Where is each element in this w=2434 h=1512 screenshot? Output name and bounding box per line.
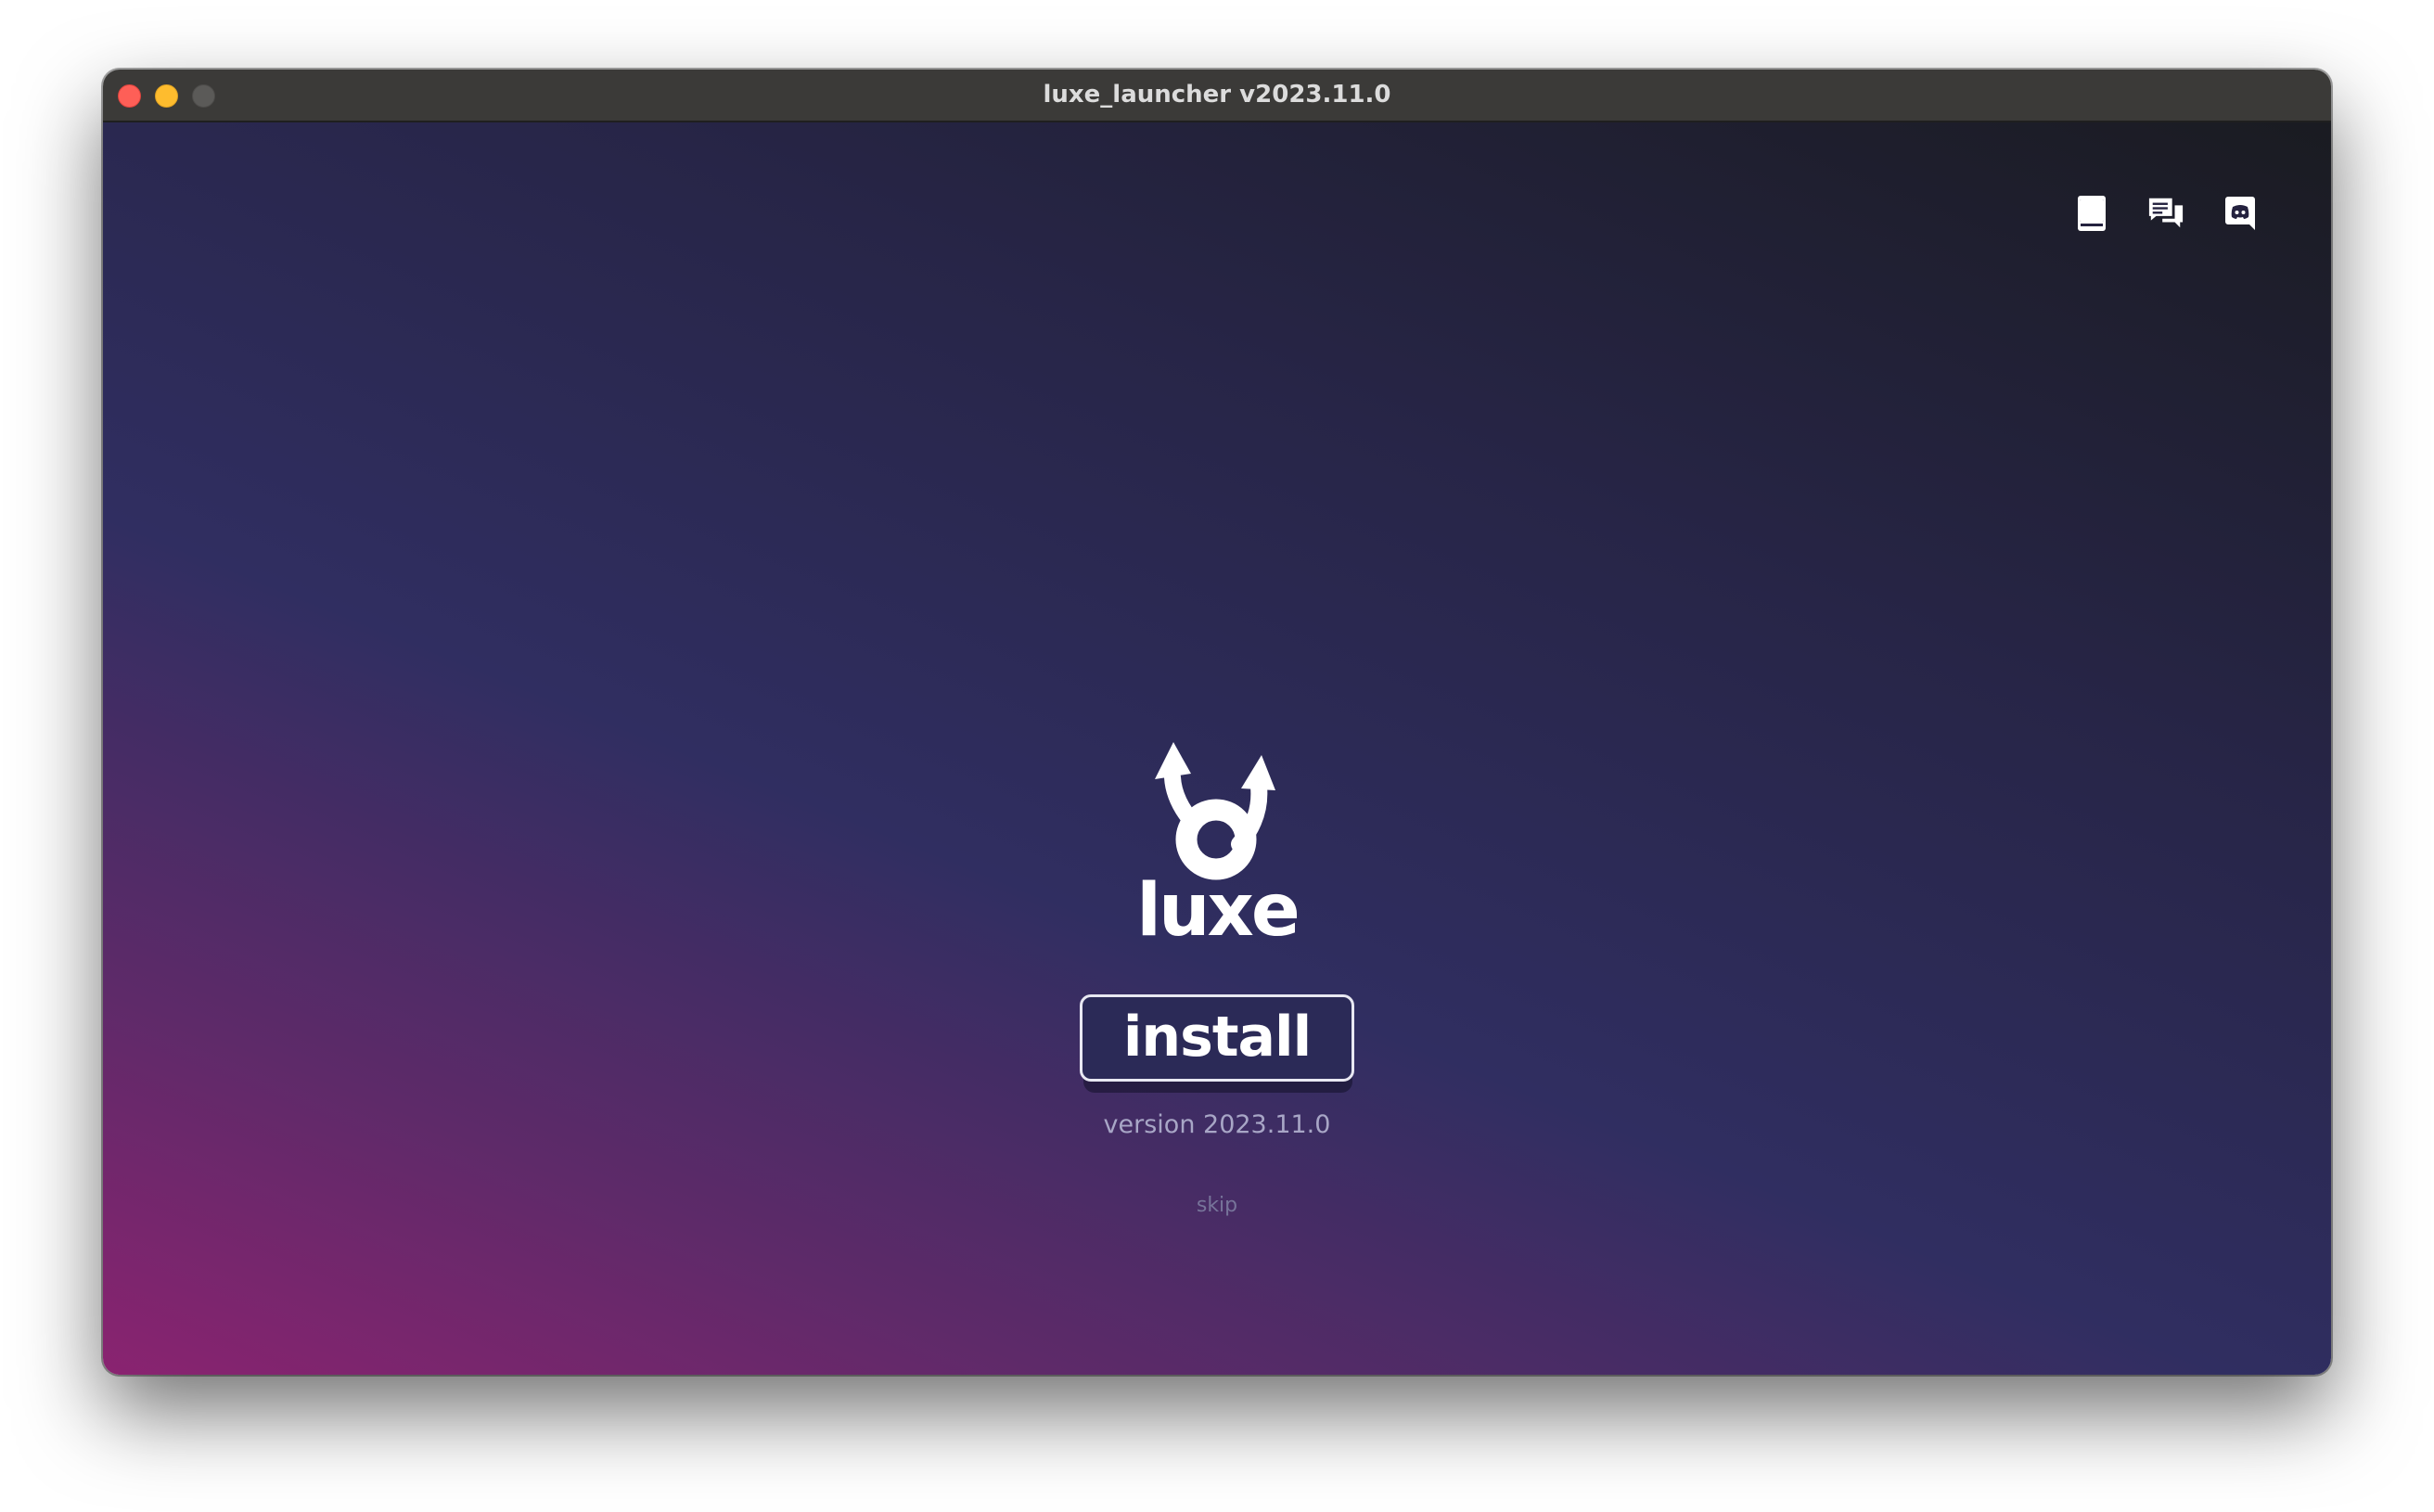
install-button-wrapper: install (1080, 994, 1354, 1093)
top-right-toolbar (2073, 195, 2259, 232)
docs-book-icon[interactable] (2073, 195, 2110, 232)
forum-chat-icon[interactable] (2147, 195, 2184, 232)
skip-link[interactable]: skip (1197, 1194, 1237, 1217)
title-bar[interactable]: luxe_launcher v2023.11.0 (103, 70, 2331, 122)
version-label: version 2023.11.0 (1103, 1110, 1331, 1139)
luxe-logo-icon (1155, 742, 1275, 880)
launcher-window: luxe_launcher v2023.11.0 luxe install ve… (103, 70, 2331, 1375)
install-button[interactable]: install (1080, 994, 1354, 1082)
window-title: luxe_launcher v2023.11.0 (1043, 81, 1391, 109)
luxe-wordmark: luxe (1136, 869, 1300, 953)
discord-icon[interactable] (2222, 195, 2259, 232)
skip-container: skip (103, 1194, 2331, 1217)
